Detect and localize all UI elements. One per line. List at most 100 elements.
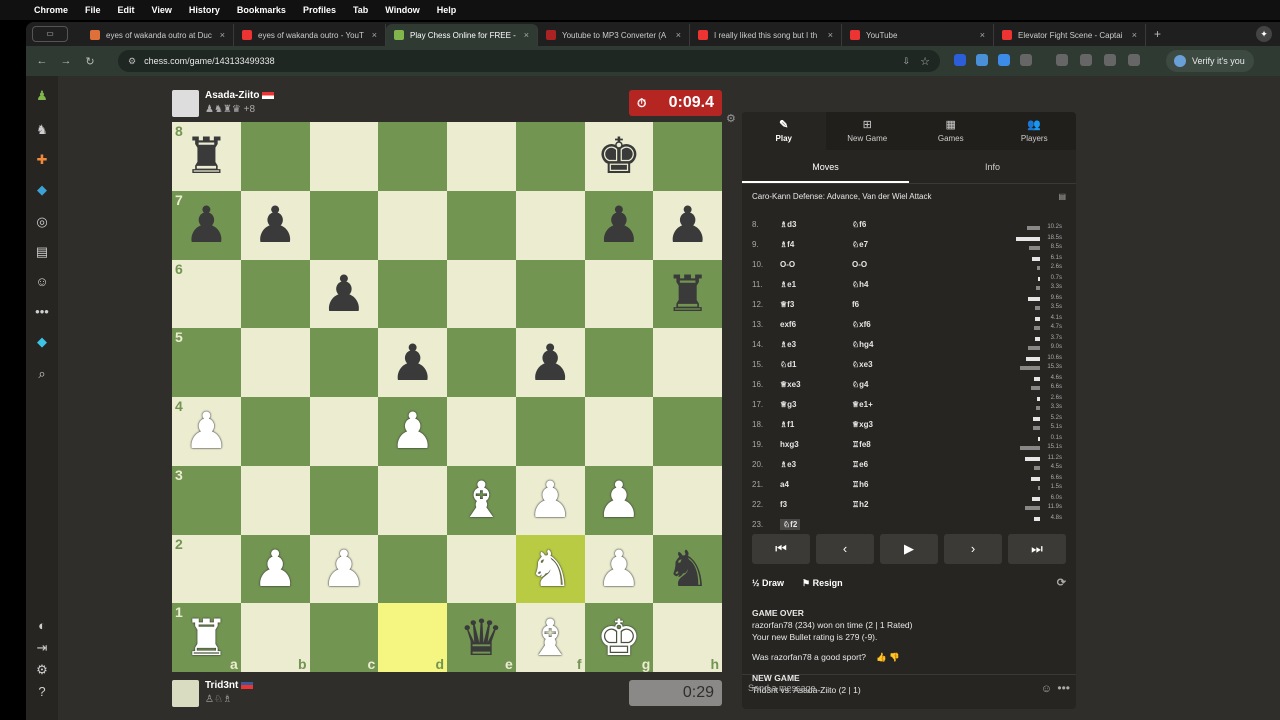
extension-icon[interactable] <box>998 54 1010 66</box>
bookmark-star-icon[interactable]: ☆ <box>920 55 930 68</box>
menu-tab[interactable]: Tab <box>353 5 368 15</box>
browser-tab[interactable]: I really liked this song but I th × <box>690 24 842 46</box>
square-b4[interactable] <box>240 397 310 466</box>
passwords-key-icon[interactable] <box>1056 54 1068 66</box>
white-move[interactable]: ♗e3 <box>780 340 852 349</box>
close-tab-icon[interactable]: × <box>372 30 377 40</box>
square-e6[interactable] <box>447 259 516 329</box>
black-move[interactable]: ♘e7 <box>852 240 962 249</box>
square-d6[interactable] <box>378 259 447 329</box>
panel-tab-play[interactable]: ✎ Play <box>742 112 826 150</box>
white-move[interactable]: ♗f1 <box>780 420 852 429</box>
avatar[interactable] <box>172 90 199 117</box>
settings-icon[interactable]: ⚙ <box>34 662 50 678</box>
white-move[interactable]: hxg3 <box>780 440 852 449</box>
black-pawn-icon[interactable]: ♟ <box>596 200 641 250</box>
square-a5[interactable]: 5 <box>172 328 241 397</box>
black-rook-icon[interactable]: ♜ <box>665 269 710 319</box>
square-e1[interactable]: e ♛ <box>447 603 516 672</box>
square-g5[interactable] <box>584 328 654 397</box>
square-b5[interactable] <box>240 328 310 397</box>
square-f3[interactable]: ♟ <box>515 465 585 535</box>
black-pawn-icon[interactable]: ♟ <box>253 200 298 250</box>
square-a7[interactable]: 7 ♟ <box>172 190 241 260</box>
black-king-icon[interactable]: ♚ <box>596 131 641 181</box>
square-h2[interactable]: ♞ <box>653 534 722 604</box>
white-pawn-icon[interactable]: ♟ <box>596 475 641 525</box>
draw-button[interactable]: ½ Draw <box>752 578 784 588</box>
search-icon[interactable]: ⌕ <box>34 366 50 382</box>
square-e4[interactable] <box>447 397 516 466</box>
square-h5[interactable] <box>653 328 722 397</box>
chess-logo-icon[interactable]: ♟ <box>34 88 50 104</box>
white-move[interactable]: ♗d3 <box>780 220 852 229</box>
square-d3[interactable] <box>378 465 447 535</box>
payment-card-icon[interactable] <box>1080 54 1092 66</box>
black-move[interactable]: ♘g4 <box>852 380 962 389</box>
white-move[interactable]: ♘d1 <box>780 360 852 369</box>
new-tab-icon[interactable]: + <box>1154 27 1161 41</box>
play-icon[interactable]: ♞ <box>34 122 50 138</box>
premium-diamond-icon[interactable]: ◆ <box>34 334 50 350</box>
square-c2[interactable]: ♟ <box>309 534 379 604</box>
square-d2[interactable] <box>378 534 447 604</box>
last-move-button[interactable]: ⏭ <box>1008 534 1066 564</box>
panel-tab-games[interactable]: ▦ Games <box>909 112 993 150</box>
more-options-icon[interactable]: ••• <box>1057 681 1070 695</box>
gemini-icon[interactable]: ✦ <box>1256 26 1272 42</box>
thumbs-down-icon[interactable]: 👎 <box>889 652 900 662</box>
square-f2[interactable]: ♞ <box>515 534 585 604</box>
black-move[interactable]: ♖fe8 <box>852 440 962 449</box>
tab-info[interactable]: Info <box>909 150 1076 183</box>
white-king-icon[interactable]: ♚ <box>596 613 641 663</box>
square-a3[interactable]: 3 <box>172 465 241 535</box>
player-name-bottom[interactable]: Trid3nt <box>205 680 254 691</box>
square-b1[interactable]: b <box>240 603 310 672</box>
forward-icon[interactable]: → <box>54 55 78 67</box>
square-c1[interactable]: c <box>309 603 379 672</box>
black-move[interactable]: f6 <box>852 300 962 309</box>
black-pawn-icon[interactable]: ♟ <box>321 269 366 319</box>
emoji-icon[interactable]: ☺ <box>1041 683 1052 695</box>
black-pawn-icon[interactable]: ♟ <box>528 338 573 388</box>
profile-verify-button[interactable]: Verify it's you <box>1166 50 1254 72</box>
close-tab-icon[interactable]: × <box>524 30 529 40</box>
prev-move-button[interactable]: ‹ <box>816 534 874 564</box>
white-bishop-icon[interactable]: ♝ <box>528 613 573 663</box>
white-move[interactable]: O-O <box>780 260 852 269</box>
square-g8[interactable]: ♚ <box>584 122 654 191</box>
square-f8[interactable] <box>515 122 585 191</box>
menu-history[interactable]: History <box>189 5 220 15</box>
square-b7[interactable]: ♟ <box>240 190 310 260</box>
square-b6[interactable] <box>240 259 310 329</box>
square-c8[interactable] <box>309 122 379 191</box>
black-move[interactable]: ♘h4 <box>852 280 962 289</box>
menu-help[interactable]: Help <box>437 5 457 15</box>
close-tab-icon[interactable]: × <box>1132 30 1137 40</box>
first-move-button[interactable]: ⏮ <box>752 534 810 564</box>
menu-file[interactable]: File <box>85 5 101 15</box>
browser-tab[interactable]: eyes of wakanda outro - YouT × <box>234 24 386 46</box>
square-f7[interactable] <box>515 190 585 260</box>
white-move[interactable]: a4 <box>780 480 852 489</box>
white-move[interactable]: ♕xe3 <box>780 380 852 389</box>
square-d8[interactable] <box>378 122 447 191</box>
square-d7[interactable] <box>378 190 447 260</box>
extensions-puzzle-icon[interactable] <box>1020 54 1032 66</box>
black-queen-icon[interactable]: ♛ <box>459 613 504 663</box>
menu-app[interactable]: Chrome <box>34 5 68 15</box>
square-e2[interactable] <box>447 534 516 604</box>
square-f5[interactable]: ♟ <box>515 328 585 397</box>
square-f6[interactable] <box>515 259 585 329</box>
square-d1[interactable]: d <box>378 603 447 672</box>
chess-board[interactable]: 8 ♜ ♚ 7 ♟ ♟ ♟ ♟ 6 ♟ ♜ 5 ♟ ♟ 4 ♟ ♟ 3 ♝ ♟ ♟ 2 ♟ ♟ ♞ ♟ ♞ 1 a ♜ b c d e ♛ f ♝ g ♚ h <box>172 122 722 672</box>
site-info-icon[interactable]: ⚙ <box>128 56 136 67</box>
square-a6[interactable]: 6 <box>172 259 241 329</box>
square-b3[interactable] <box>240 465 310 535</box>
menu-window[interactable]: Window <box>385 5 419 15</box>
play-moves-button[interactable]: ▶ <box>880 534 938 564</box>
black-move[interactable]: ♘f6 <box>852 220 962 229</box>
square-e3[interactable]: ♝ <box>447 465 516 535</box>
player-name[interactable]: Asada-Ziito <box>205 90 259 101</box>
sidebar-icon[interactable] <box>1104 54 1116 66</box>
